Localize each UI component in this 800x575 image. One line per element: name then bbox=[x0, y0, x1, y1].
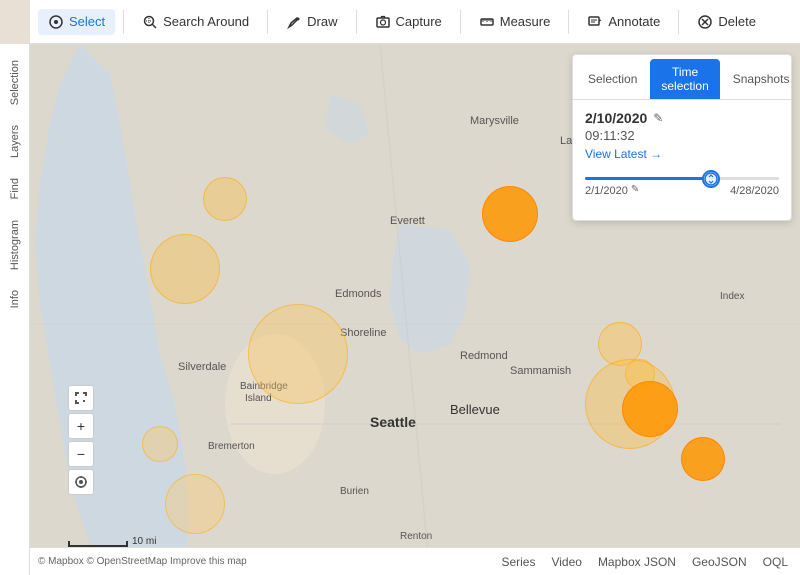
mapbox-json-tool[interactable]: Mapbox JSON bbox=[594, 553, 680, 571]
sidebar-tab-info[interactable]: Info bbox=[5, 282, 25, 316]
annotate-tool[interactable]: Annotate bbox=[577, 9, 670, 35]
map-bubble[interactable] bbox=[248, 304, 348, 404]
svg-text:Bellevue: Bellevue bbox=[450, 402, 500, 417]
map-bubble[interactable] bbox=[681, 437, 725, 481]
separator-6 bbox=[678, 10, 679, 34]
map-bubble[interactable] bbox=[150, 234, 220, 304]
svg-text:Shoreline: Shoreline bbox=[340, 327, 386, 339]
slider-fill bbox=[585, 177, 711, 180]
measure-label: Measure bbox=[500, 14, 551, 29]
measure-tool[interactable]: Measure bbox=[469, 9, 561, 35]
fullscreen-button[interactable] bbox=[68, 385, 94, 411]
svg-text:Sammamish: Sammamish bbox=[510, 365, 571, 377]
video-tool[interactable]: Video bbox=[547, 553, 585, 571]
select-tool[interactable]: Select bbox=[38, 9, 115, 35]
left-sidebar: Selection Layers Find Histogram Info bbox=[0, 44, 30, 575]
select-label: Select bbox=[69, 14, 105, 29]
scale-bar: 10 mi bbox=[68, 536, 156, 547]
view-latest-link[interactable]: View Latest → bbox=[585, 147, 779, 161]
zoom-out-button[interactable]: − bbox=[68, 441, 94, 467]
slider-start-edit-icon[interactable]: ✎ bbox=[631, 184, 645, 198]
svg-text:Edmonds: Edmonds bbox=[335, 288, 382, 300]
capture-icon bbox=[375, 14, 391, 30]
svg-text:Island: Island bbox=[245, 393, 272, 404]
time-panel: Selection Time selection Snapshots 2/10/… bbox=[572, 54, 792, 221]
tab-selection[interactable]: Selection bbox=[577, 59, 648, 99]
draw-tool[interactable]: Draw bbox=[276, 9, 347, 35]
attribution-text: © Mapbox © OpenStreetMap Improve this ma… bbox=[38, 556, 247, 567]
bottom-bar: © Mapbox © OpenStreetMap Improve this ma… bbox=[30, 547, 800, 575]
svg-text:Redmond: Redmond bbox=[460, 350, 508, 362]
measure-icon bbox=[479, 14, 495, 30]
svg-text:Silverdale: Silverdale bbox=[178, 361, 226, 373]
panel-tabs: Selection Time selection Snapshots bbox=[573, 55, 791, 100]
slider-track bbox=[585, 177, 779, 180]
capture-tool[interactable]: Capture bbox=[365, 9, 452, 35]
attribution: © Mapbox © OpenStreetMap Improve this ma… bbox=[38, 556, 247, 567]
slider-container[interactable]: 2/1/2020 ✎ 4/28/2020 bbox=[585, 173, 779, 202]
time-value: 09:11:32 bbox=[585, 128, 779, 143]
map-bubble[interactable] bbox=[482, 186, 538, 242]
svg-text:Everett: Everett bbox=[390, 215, 425, 227]
map-bubble[interactable] bbox=[165, 474, 225, 534]
svg-text:Marysville: Marysville bbox=[470, 115, 519, 127]
zoom-in-button[interactable]: + bbox=[68, 413, 94, 439]
search-around-label: Search Around bbox=[163, 14, 249, 29]
annotate-label: Annotate bbox=[608, 14, 660, 29]
draw-label: Draw bbox=[307, 14, 337, 29]
sidebar-tab-selection[interactable]: Selection bbox=[5, 52, 25, 113]
sidebar-tab-layers[interactable]: Layers bbox=[5, 117, 25, 166]
select-icon bbox=[48, 14, 64, 30]
date-edit-icon[interactable]: ✎ bbox=[653, 111, 667, 125]
series-tool[interactable]: Series bbox=[497, 553, 539, 571]
map-controls: + − bbox=[68, 385, 94, 495]
sidebar-tab-find[interactable]: Find bbox=[5, 170, 25, 207]
map-bubble[interactable] bbox=[142, 426, 178, 462]
separator-4 bbox=[460, 10, 461, 34]
bottom-tools: Series Video Mapbox JSON GeoJSON OQL bbox=[497, 553, 792, 571]
delete-tool[interactable]: Delete bbox=[687, 9, 766, 35]
capture-label: Capture bbox=[396, 14, 442, 29]
sidebar-tab-histogram[interactable]: Histogram bbox=[5, 212, 25, 278]
svg-text:Renton: Renton bbox=[400, 531, 432, 542]
slider-end-label: 4/28/2020 bbox=[730, 185, 779, 197]
map-bubble[interactable] bbox=[622, 381, 678, 437]
panel-content: 2/10/2020 ✎ 09:11:32 View Latest → 2/1/2… bbox=[573, 100, 791, 220]
slider-labels: 2/1/2020 ✎ 4/28/2020 bbox=[585, 184, 779, 198]
slider-start-label: 2/1/2020 ✎ bbox=[585, 184, 645, 198]
svg-text:Index: Index bbox=[720, 291, 744, 302]
separator-3 bbox=[356, 10, 357, 34]
oql-tool[interactable]: OQL bbox=[759, 553, 792, 571]
delete-icon bbox=[697, 14, 713, 30]
delete-label: Delete bbox=[718, 14, 756, 29]
scale-text: 10 mi bbox=[132, 536, 156, 547]
annotate-icon bbox=[587, 14, 603, 30]
date-row: 2/10/2020 ✎ bbox=[585, 110, 779, 126]
separator-2 bbox=[267, 10, 268, 34]
draw-icon bbox=[286, 14, 302, 30]
svg-text:Seattle: Seattle bbox=[370, 414, 416, 430]
slider-thumb[interactable] bbox=[702, 170, 720, 188]
separator-1 bbox=[123, 10, 124, 34]
geojson-tool[interactable]: GeoJSON bbox=[688, 553, 751, 571]
toolbar: Select Search Around Draw Capture Measur… bbox=[30, 0, 800, 44]
svg-text:Bremerton: Bremerton bbox=[208, 441, 255, 452]
separator-5 bbox=[568, 10, 569, 34]
svg-text:Burien: Burien bbox=[340, 486, 369, 497]
location-button[interactable] bbox=[68, 469, 94, 495]
date-value: 2/10/2020 bbox=[585, 110, 647, 126]
search-around-tool[interactable]: Search Around bbox=[132, 9, 259, 35]
tab-snapshots[interactable]: Snapshots bbox=[722, 59, 800, 99]
map-bubble[interactable] bbox=[203, 177, 247, 221]
search-around-icon bbox=[142, 14, 158, 30]
tab-time-selection[interactable]: Time selection bbox=[650, 59, 719, 99]
